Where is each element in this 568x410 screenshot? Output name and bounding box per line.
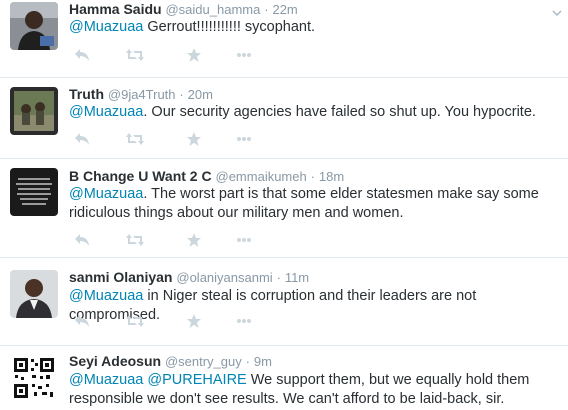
tweet-timestamp[interactable]: 20m xyxy=(188,87,213,102)
reply-icon[interactable] xyxy=(72,131,92,147)
reply-icon[interactable] xyxy=(72,313,92,329)
separator-dot: · xyxy=(264,2,269,17)
separator-dot: · xyxy=(179,87,184,102)
tweet-header: sanmi Olaniyan @olaniyansanmi · 11m xyxy=(69,269,309,286)
favorite-icon[interactable] xyxy=(184,47,204,63)
mention-link[interactable]: @Muazuaa xyxy=(69,372,143,388)
tweet-item[interactable]: Truth @9ja4Truth · 20m @Muazuaa. Our sec… xyxy=(0,78,568,159)
tweet-body: Gerrout!!!!!!!!!!! sycophant. xyxy=(143,19,316,35)
favorite-icon[interactable] xyxy=(184,232,204,248)
tweet-header: Seyi Adeosun @sentry_guy · 9m xyxy=(69,353,272,370)
tweet-item[interactable]: sanmi Olaniyan @olaniyansanmi · 11m @Mua… xyxy=(0,258,568,346)
user-avatar[interactable] xyxy=(10,270,58,318)
user-handle[interactable]: @9ja4Truth xyxy=(108,87,176,102)
more-icon[interactable] xyxy=(234,131,254,147)
user-handle[interactable]: @sentry_guy xyxy=(165,354,242,369)
more-icon[interactable] xyxy=(234,232,254,248)
tweet-text: @Muazuaa. Our security agencies have fai… xyxy=(69,103,559,122)
tweet-header: Truth @9ja4Truth · 20m xyxy=(69,86,213,103)
tweet-item[interactable]: B Change U Want 2 C @emmaikumeh · 18m @M… xyxy=(0,159,568,258)
reply-icon[interactable] xyxy=(72,47,92,63)
retweet-icon[interactable] xyxy=(125,232,145,248)
retweet-icon[interactable] xyxy=(125,131,145,147)
retweet-icon[interactable] xyxy=(125,47,145,63)
user-handle[interactable]: @emmaikumeh xyxy=(216,169,307,184)
separator-dot: · xyxy=(276,270,281,285)
tweet-timestamp[interactable]: 9m xyxy=(254,354,272,369)
separator-dot: · xyxy=(310,169,315,184)
user-avatar[interactable] xyxy=(10,354,58,402)
mention-link[interactable]: @PUREHAIRE xyxy=(147,372,246,388)
more-icon[interactable] xyxy=(234,313,254,329)
tweet-header: B Change U Want 2 C @emmaikumeh · 18m xyxy=(69,168,344,185)
tweet-item[interactable]: Hamma Saidu @saidu_hamma · 22m @Muazuaa … xyxy=(0,0,568,78)
favorite-icon[interactable] xyxy=(184,131,204,147)
user-name[interactable]: sanmi Olaniyan xyxy=(69,269,172,285)
user-name[interactable]: Truth xyxy=(69,86,104,102)
user-avatar[interactable] xyxy=(10,87,58,135)
mention-link[interactable]: @Muazuaa xyxy=(69,288,143,304)
tweet-header: Hamma Saidu @saidu_hamma · 22m xyxy=(69,1,298,18)
tweet-text: @Muazuaa. The worst part is that some el… xyxy=(69,185,559,223)
tweet-text: @Muazuaa Gerrout!!!!!!!!!!! sycophant. xyxy=(69,18,559,37)
reply-icon[interactable] xyxy=(72,232,92,248)
chevron-down-icon[interactable] xyxy=(552,4,562,17)
mention-link[interactable]: @Muazuaa xyxy=(69,186,143,202)
tweet-item[interactable]: Seyi Adeosun @sentry_guy · 9m @Muazuaa @… xyxy=(0,346,568,410)
mention-link[interactable]: @Muazuaa xyxy=(69,19,143,35)
tweet-text: @Muazuaa @PUREHAIRE We support them, but… xyxy=(69,371,559,409)
tweet-timestamp[interactable]: 18m xyxy=(319,169,344,184)
user-handle[interactable]: @saidu_hamma xyxy=(165,2,260,17)
user-name[interactable]: Seyi Adeosun xyxy=(69,353,161,369)
mention-link[interactable]: @Muazuaa xyxy=(69,104,143,120)
tweet-body: . Our security agencies have failed so s… xyxy=(143,104,536,120)
user-name[interactable]: Hamma Saidu xyxy=(69,1,162,17)
tweet-timestamp[interactable]: 22m xyxy=(272,2,297,17)
separator-dot: · xyxy=(245,354,250,369)
user-avatar[interactable] xyxy=(10,2,58,50)
user-avatar[interactable] xyxy=(10,168,58,216)
user-name[interactable]: B Change U Want 2 C xyxy=(69,168,212,184)
favorite-icon[interactable] xyxy=(184,313,204,329)
more-icon[interactable] xyxy=(234,47,254,63)
user-handle[interactable]: @olaniyansanmi xyxy=(176,270,272,285)
retweet-icon[interactable] xyxy=(125,313,145,329)
tweet-timestamp[interactable]: 11m xyxy=(285,270,309,285)
